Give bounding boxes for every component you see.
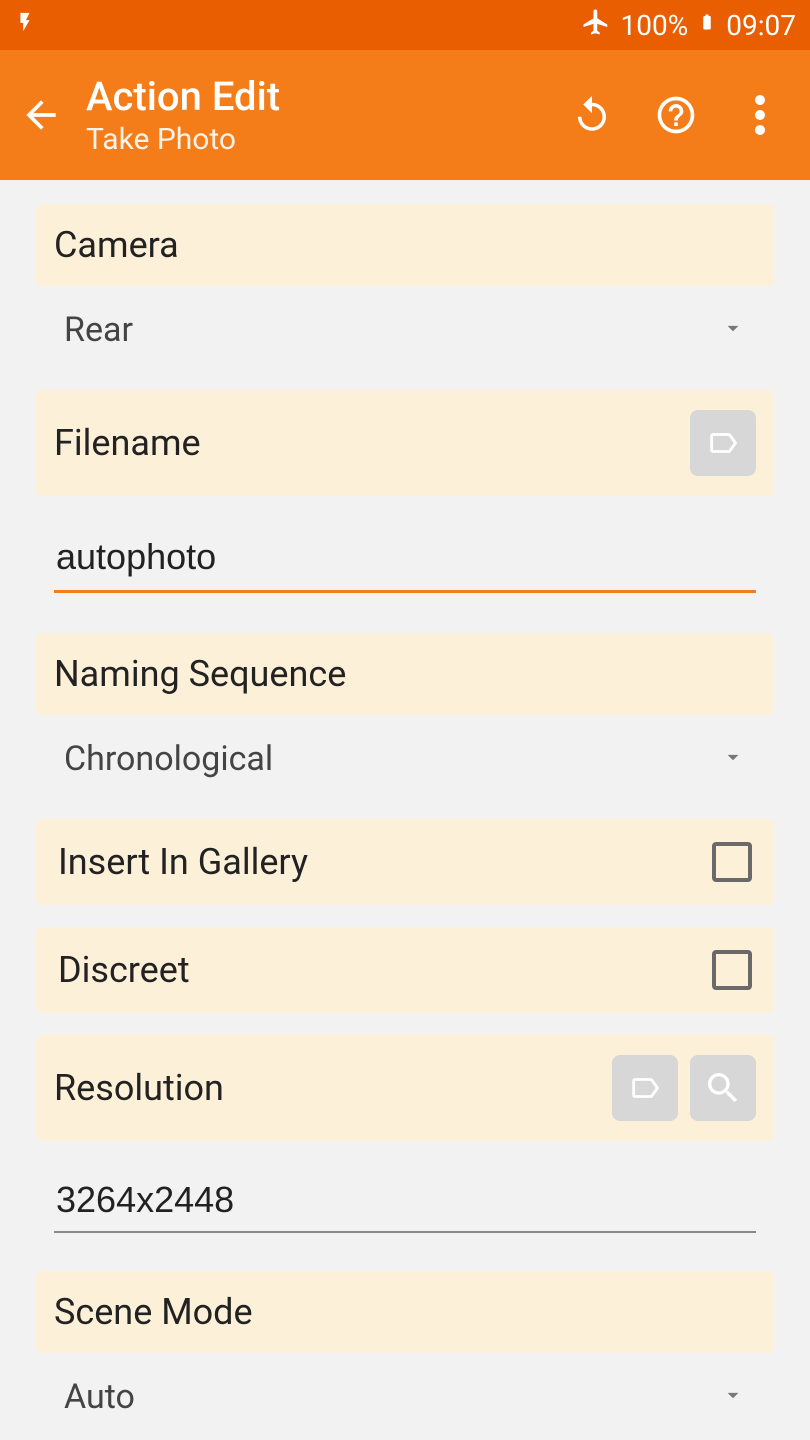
flash-icon (14, 7, 36, 44)
status-bar: 100% 09:07 (0, 0, 810, 50)
filename-label: Filename (54, 422, 201, 464)
chevron-down-icon (720, 1377, 746, 1417)
naming-sequence-header: Naming Sequence (36, 633, 774, 715)
tag-button[interactable] (690, 410, 756, 476)
clock-text: 09:07 (726, 9, 796, 42)
app-bar: Action Edit Take Photo (0, 50, 810, 180)
scene-mode-value: Auto (64, 1377, 135, 1417)
camera-label: Camera (54, 224, 179, 266)
resolution-input[interactable] (54, 1171, 756, 1233)
naming-sequence-dropdown[interactable]: Chronological (36, 715, 774, 797)
chevron-down-icon (720, 310, 746, 350)
resolution-label: Resolution (54, 1067, 224, 1109)
filename-header: Filename (36, 390, 774, 496)
camera-header: Camera (36, 204, 774, 286)
help-button[interactable] (654, 93, 698, 137)
search-button[interactable] (690, 1055, 756, 1121)
overflow-menu-button[interactable] (738, 93, 782, 137)
discreet-row[interactable]: Discreet (36, 927, 774, 1013)
insert-in-gallery-label: Insert In Gallery (58, 841, 308, 883)
insert-in-gallery-checkbox[interactable] (712, 842, 752, 882)
page-title: Action Edit (86, 73, 548, 120)
content-area: Camera Rear Filename Naming Sequence Chr… (0, 180, 810, 1440)
appbar-titles: Action Edit Take Photo (86, 73, 548, 157)
back-button[interactable] (18, 92, 64, 138)
page-subtitle: Take Photo (86, 122, 548, 157)
scene-mode-label: Scene Mode (54, 1291, 253, 1333)
undo-button[interactable] (570, 93, 614, 137)
camera-dropdown[interactable]: Rear (36, 286, 774, 368)
insert-in-gallery-row[interactable]: Insert In Gallery (36, 819, 774, 905)
scene-mode-header: Scene Mode (36, 1271, 774, 1353)
battery-icon (698, 7, 716, 44)
discreet-checkbox[interactable] (712, 950, 752, 990)
tag-button[interactable] (612, 1055, 678, 1121)
naming-sequence-value: Chronological (64, 739, 273, 779)
discreet-label: Discreet (58, 949, 190, 991)
filename-input[interactable] (54, 528, 756, 593)
scene-mode-dropdown[interactable]: Auto (36, 1353, 774, 1435)
camera-value: Rear (64, 310, 133, 350)
resolution-header: Resolution (36, 1035, 774, 1141)
battery-pct: 100% (621, 9, 689, 42)
naming-sequence-label: Naming Sequence (54, 653, 346, 695)
chevron-down-icon (720, 739, 746, 779)
airplane-icon (581, 7, 611, 44)
